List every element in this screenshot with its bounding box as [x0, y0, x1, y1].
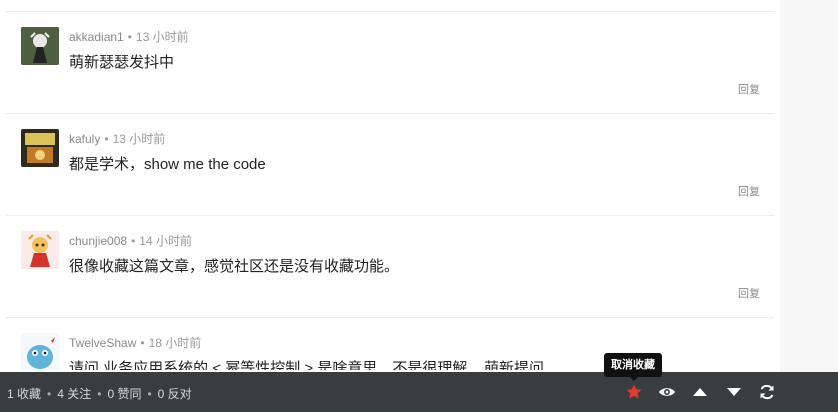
comment-item: chunjie008 • 14 小时前 很像收藏这篇文章，感觉社区还是没有收藏功能。…	[6, 216, 774, 318]
stats-separator: •	[147, 387, 152, 401]
article-stats: 1 收藏 • 4 关注 • 0 赞同 • 0 反对	[7, 385, 192, 402]
comment-text: 请问 业务应用系统的 < 幂等性控制 > 是啥意思，不是很理解... 萌新提问	[69, 360, 545, 370]
avatar[interactable]	[21, 231, 59, 269]
comment-meta: kafuly • 13 小时前	[69, 130, 165, 147]
comment-text: 都是学术，show me the code	[69, 156, 266, 173]
author-name[interactable]: akkadian1	[69, 30, 124, 44]
comment-text: 很像收藏这篇文章，感觉社区还是没有收藏功能。	[69, 258, 400, 275]
arrow-down-icon[interactable]	[724, 382, 744, 402]
comment-list: akkadian1 • 13 小时前 萌新瑟瑟发抖中 回复 kafuly • 13 小时…	[6, 0, 774, 370]
comment-meta: TwelveShaw • 18 小时前	[69, 334, 201, 351]
reply-button[interactable]: 回复	[738, 81, 760, 97]
author-name[interactable]: kafuly	[69, 132, 100, 146]
comment-item: kafuly • 13 小时前 都是学术，show me the code 回复	[6, 114, 774, 216]
stats-separator: •	[97, 387, 102, 401]
tooltip-unfavorite: 取消收藏	[604, 353, 662, 381]
reply-button[interactable]: 回复	[738, 183, 760, 199]
eye-icon[interactable]	[657, 382, 677, 402]
stats-separator: •	[47, 387, 52, 401]
comment-time: 13 小时前	[112, 132, 166, 146]
likes-count[interactable]: 0 赞同	[107, 387, 141, 401]
avatar[interactable]	[21, 333, 59, 370]
author-name[interactable]: TwelveShaw	[69, 336, 136, 350]
comment-item: akkadian1 • 13 小时前 萌新瑟瑟发抖中 回复	[6, 12, 774, 114]
author-name[interactable]: chunjie008	[69, 234, 127, 248]
avatar[interactable]	[21, 27, 59, 65]
comment-meta: chunjie008 • 14 小时前	[69, 232, 192, 249]
meta-separator: •	[104, 132, 109, 146]
star-icon[interactable]	[624, 382, 644, 402]
refresh-icon[interactable]	[757, 382, 777, 402]
reply-button[interactable]: 回复	[738, 285, 760, 301]
comment-time: 14 小时前	[139, 234, 192, 248]
avatar[interactable]	[21, 129, 59, 167]
meta-separator: •	[127, 30, 132, 44]
arrow-up-icon[interactable]	[690, 382, 710, 402]
comment-time: 13 小时前	[135, 30, 189, 44]
bottom-toolbar: 1 收藏 • 4 关注 • 0 赞同 • 0 反对	[0, 372, 838, 412]
favorites-count[interactable]: 1 收藏	[7, 387, 41, 401]
meta-separator: •	[131, 234, 136, 248]
comment-time: 18 小时前	[148, 336, 202, 350]
comment-text: 萌新瑟瑟发抖中	[69, 54, 175, 71]
right-gutter	[780, 0, 838, 412]
meta-separator: •	[140, 336, 145, 350]
comment-meta: akkadian1 • 13 小时前	[69, 28, 189, 45]
follows-count[interactable]: 4 关注	[57, 387, 91, 401]
dislikes-count[interactable]: 0 反对	[158, 387, 192, 401]
